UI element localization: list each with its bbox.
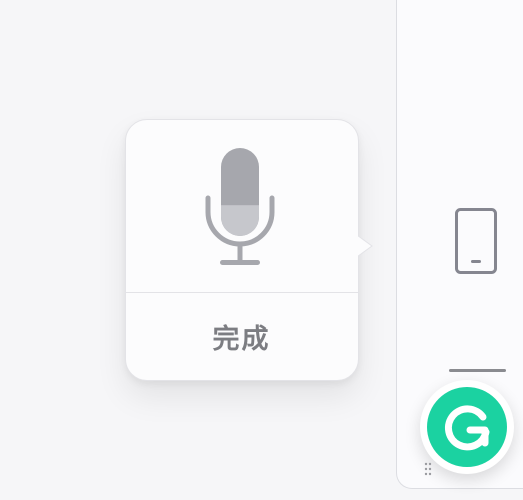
drag-handle-icon[interactable] — [424, 462, 432, 476]
microphone-icon — [205, 148, 275, 265]
grammarly-button[interactable] — [420, 380, 514, 474]
popover-arrow — [350, 228, 373, 264]
done-button[interactable]: 完成 — [125, 293, 358, 379]
tablet-icon[interactable] — [455, 208, 497, 274]
g-letter-icon — [445, 405, 490, 451]
grammarly-g-icon — [427, 387, 507, 467]
panel-divider — [449, 369, 506, 372]
